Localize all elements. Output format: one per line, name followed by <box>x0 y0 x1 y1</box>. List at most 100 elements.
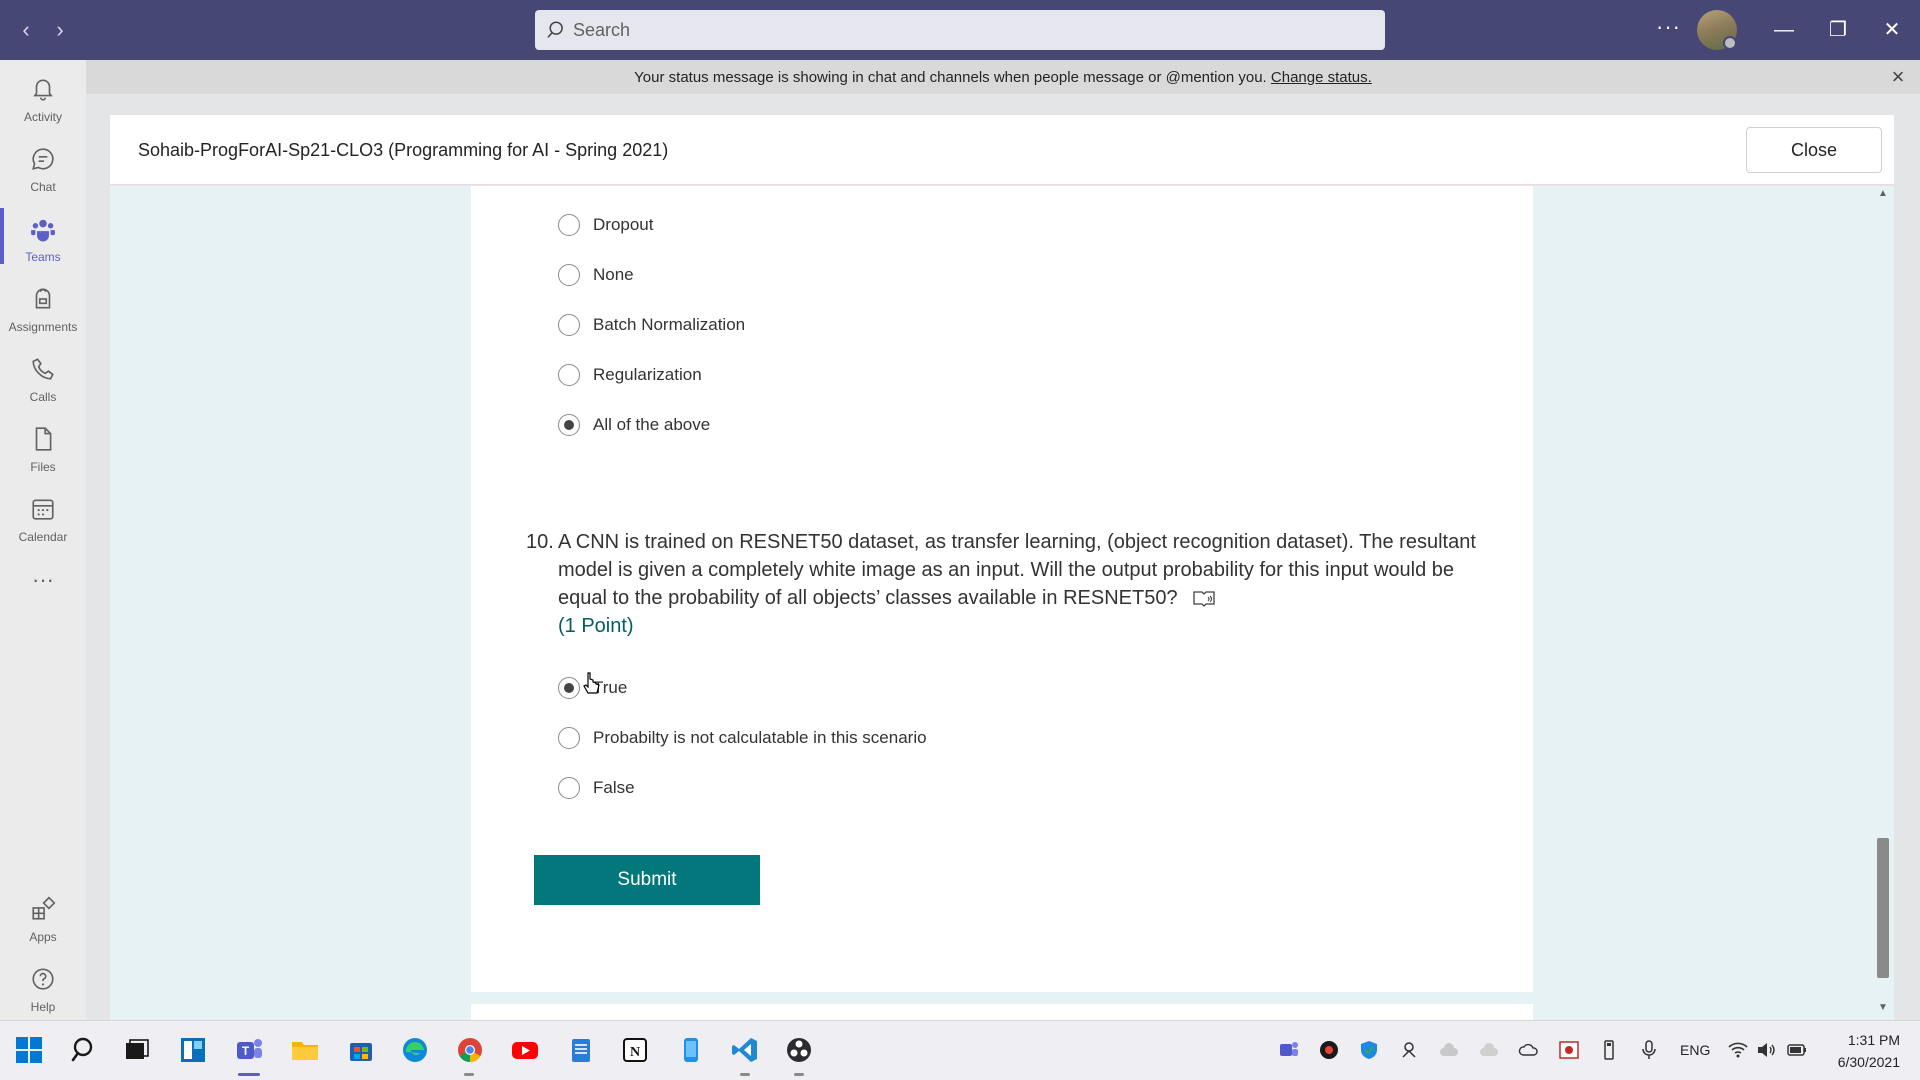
rail-item-chat[interactable]: Chat <box>0 140 86 202</box>
scroll-up-icon[interactable]: ▲ <box>1878 188 1888 199</box>
option-label: All of the above <box>593 415 711 434</box>
scroll-down-icon[interactable]: ▼ <box>1878 1002 1888 1013</box>
running-app-indicator <box>794 1073 804 1076</box>
network-sync-icon[interactable] <box>1398 1039 1420 1061</box>
cloud-icon[interactable] <box>1438 1039 1460 1061</box>
running-app-indicator <box>740 1073 750 1076</box>
question-points: (1 Point) <box>558 615 634 637</box>
radio-button[interactable] <box>558 727 580 749</box>
radio-button[interactable] <box>558 214 580 236</box>
bell-icon <box>33 79 53 101</box>
radio-button[interactable] <box>558 314 580 336</box>
rail-item-apps[interactable]: Apps <box>0 890 86 952</box>
search-icon <box>547 21 563 38</box>
rail-label: Chat <box>30 180 56 194</box>
vscode-icon[interactable] <box>730 1035 760 1065</box>
file-explorer-icon[interactable] <box>290 1035 320 1065</box>
taskbar: T N ENG 1:31 PM 6/30/2021 <box>0 1020 1920 1080</box>
close-button[interactable]: Close <box>1746 127 1882 173</box>
creative-cloud-icon[interactable] <box>1318 1039 1340 1061</box>
widgets-icon[interactable] <box>178 1035 208 1065</box>
file-icon <box>35 427 52 451</box>
windows-start-icon[interactable] <box>14 1035 44 1065</box>
restore-icon[interactable]: ❐ <box>1824 16 1852 44</box>
rail-label: Assignments <box>8 320 78 334</box>
more-icon: ··· <box>32 567 54 592</box>
search-input[interactable]: Search <box>535 10 1385 50</box>
radio-button-selected[interactable] <box>558 414 580 436</box>
rail-item-assignments[interactable]: Assignments <box>0 280 86 342</box>
security-shield-icon[interactable] <box>1358 1039 1380 1061</box>
option-label: False <box>593 778 635 797</box>
status-banner: Your status message is showing in chat a… <box>86 60 1920 94</box>
rail-item-teams[interactable]: Teams <box>0 210 86 272</box>
help-icon <box>32 968 54 990</box>
wifi-icon[interactable] <box>1727 1039 1749 1061</box>
clock-date[interactable]: 6/30/2021 <box>1826 1054 1900 1070</box>
radio-button-selected[interactable] <box>558 677 580 699</box>
question-number: 10. <box>526 531 554 553</box>
presence-status-icon <box>1723 36 1737 50</box>
rail-item-more[interactable]: ··· <box>0 565 86 627</box>
task-view-icon[interactable] <box>122 1035 152 1065</box>
question-text-block: A CNN is trained on RESNET50 dataset, as… <box>558 528 1488 612</box>
chrome-icon[interactable] <box>455 1035 485 1065</box>
minimize-icon[interactable]: — <box>1770 16 1798 44</box>
microphone-icon[interactable] <box>1638 1039 1660 1061</box>
option-label: Batch Normalization <box>593 315 746 334</box>
usb-device-icon[interactable] <box>1598 1039 1620 1061</box>
running-app-indicator <box>464 1073 474 1076</box>
radio-button[interactable] <box>558 364 580 386</box>
screen-recorder-icon[interactable] <box>1558 1039 1580 1061</box>
battery-icon[interactable] <box>1786 1039 1808 1061</box>
radio-button[interactable] <box>558 264 580 286</box>
page-title: Sohaib-ProgForAI-Sp21-CLO3 (Programming … <box>138 140 669 160</box>
teams-icon <box>31 219 55 242</box>
banner-message: Your status message is showing in chat a… <box>86 69 1920 86</box>
rail-item-activity[interactable]: Activity <box>0 70 86 132</box>
obs-icon[interactable] <box>784 1035 814 1065</box>
more-options-icon[interactable]: ··· <box>1656 14 1681 40</box>
question-text: A CNN is trained on RESNET50 dataset, as… <box>558 531 1476 609</box>
notepad-icon[interactable] <box>566 1035 596 1065</box>
notion-icon[interactable]: N <box>620 1035 650 1065</box>
clock-time[interactable]: 1:31 PM <box>1838 1032 1900 1048</box>
active-app-indicator <box>238 1073 260 1076</box>
apps-icon <box>32 896 56 920</box>
window-close-icon[interactable]: ✕ <box>1878 16 1906 44</box>
form-header: Sohaib-ProgForAI-Sp21-CLO3 (Programming … <box>110 115 1894 185</box>
submit-button[interactable]: Submit <box>534 855 760 905</box>
teams-icon[interactable]: T <box>234 1035 264 1065</box>
svg-text:T: T <box>242 1044 250 1058</box>
radio-button[interactable] <box>558 777 580 799</box>
volume-icon[interactable] <box>1755 1039 1777 1061</box>
onedrive-icon[interactable] <box>1518 1039 1540 1061</box>
rail-item-help[interactable]: Help <box>0 960 86 1022</box>
immersive-reader-icon[interactable] <box>1193 589 1215 609</box>
phone-icon <box>32 358 54 380</box>
calendar-icon <box>32 499 54 520</box>
rail-label: Activity <box>23 110 62 124</box>
scrollbar-thumb[interactable] <box>1877 838 1889 978</box>
form-card: Dropout None Batch Normalization Regular… <box>471 186 1533 992</box>
rail-item-files[interactable]: Files <box>0 420 86 482</box>
change-status-link[interactable]: Change status. <box>1271 69 1372 86</box>
forward-arrow-icon[interactable]: › <box>46 16 74 44</box>
rail-item-calendar[interactable]: Calendar <box>0 490 86 552</box>
rail-label: Teams <box>25 250 61 264</box>
rail-item-calls[interactable]: Calls <box>0 350 86 412</box>
cloud-upload-icon[interactable] <box>1478 1039 1500 1061</box>
back-arrow-icon[interactable]: ‹ <box>12 16 40 44</box>
edge-icon[interactable] <box>400 1035 430 1065</box>
teams-tray-icon[interactable] <box>1278 1039 1300 1061</box>
phone-link-icon[interactable] <box>676 1035 706 1065</box>
store-icon[interactable] <box>346 1035 376 1065</box>
language-indicator[interactable]: ENG <box>1680 1042 1710 1058</box>
rail-label: Files <box>30 460 56 474</box>
rail-label: Calendar <box>18 530 68 544</box>
app-rail: Activity Chat Teams Assignments Calls Fi… <box>0 60 86 1020</box>
close-icon[interactable]: × <box>1887 66 1909 88</box>
search-icon[interactable] <box>70 1035 100 1065</box>
title-bar: ‹ › Search ··· — ❐ ✕ <box>0 0 1920 60</box>
youtube-icon[interactable] <box>510 1035 540 1065</box>
